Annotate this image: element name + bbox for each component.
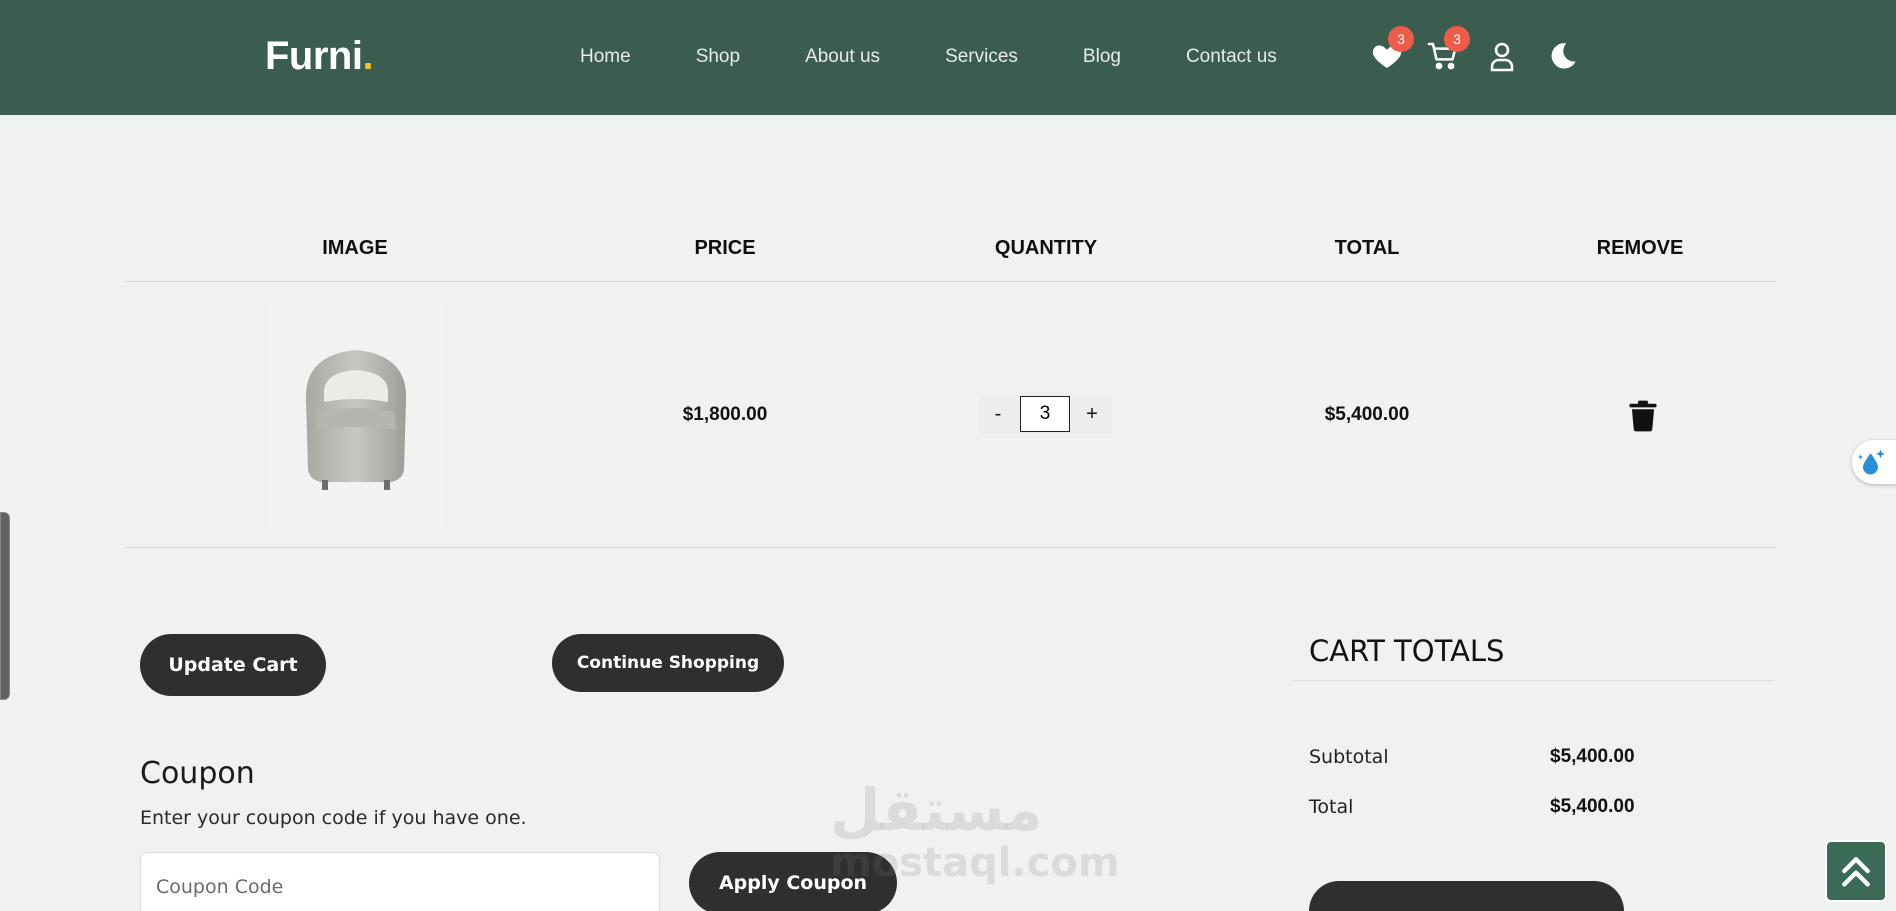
logo[interactable]: Furni. [265,34,374,79]
water-drop-icon [1858,449,1885,475]
accessibility-widget[interactable] [1852,440,1896,484]
update-cart-button[interactable]: Update Cart [140,634,326,696]
account-button[interactable] [1483,36,1521,76]
total-value: $5,400.00 [1550,796,1635,817]
row-price: $1,800.00 [682,404,768,425]
trash-icon[interactable] [1628,400,1658,432]
moon-icon [1551,43,1576,69]
scroll-to-top-button[interactable] [1825,840,1887,902]
column-header-price: PRICE [694,237,756,259]
cart-count-badge: 3 [1444,26,1470,52]
continue-shopping-button[interactable]: Continue Shopping [552,634,784,692]
armchair-image [305,350,407,490]
nav-services[interactable]: Services [945,46,1018,68]
wishlist-count-badge: 3 [1388,26,1414,52]
column-header-quantity: QUANTITY [994,237,1098,259]
column-header-total: TOTAL [1334,237,1400,259]
cart-table: IMAGE PRICE QUANTITY TOTAL REMOVE $1,800… [126,222,1776,548]
user-icon [1490,42,1514,72]
nav-shop[interactable]: Shop [696,46,740,68]
product-image[interactable] [268,302,444,528]
watermark-arabic: مستقل [830,776,1043,844]
watermark-latin: mostaql.com [830,840,1120,886]
total-label: Total [1309,796,1354,818]
column-header-remove: REMOVE [1596,237,1684,259]
logo-text: Furni [265,34,363,78]
double-chevron-up-icon [1842,857,1870,887]
site-header: Furni. Home Shop About us Services Blog … [0,0,1896,115]
header-icons: 3 3 [1368,26,1588,80]
coupon-description: Enter your coupon code if you have one. [140,807,527,829]
quantity-input[interactable] [1020,396,1070,432]
subtotal-label: Subtotal [1309,746,1389,768]
theme-toggle-button[interactable] [1544,36,1582,76]
watermark: مستقل mostaql.com [830,780,1120,886]
subtotal-value: $5,400.00 [1550,746,1635,767]
nav-about[interactable]: About us [805,46,880,68]
quantity-stepper: - + [978,394,1112,434]
nav-blog[interactable]: Blog [1083,46,1121,68]
wishlist-button[interactable]: 3 [1368,26,1414,76]
table-row: $1,800.00 - + $5,400.00 [126,282,1776,548]
checkout-button[interactable] [1309,881,1624,911]
cart-button[interactable]: 3 [1424,26,1470,76]
totals-divider [1293,680,1775,681]
table-header: IMAGE PRICE QUANTITY TOTAL REMOVE [126,222,1776,282]
column-header-image: IMAGE [322,237,388,259]
coupon-title: Coupon [140,756,255,791]
quantity-increase-button[interactable]: + [1076,396,1108,432]
logo-dot: . [362,34,374,78]
nav-home[interactable]: Home [580,46,631,68]
quantity-decrease-button[interactable]: - [982,396,1014,432]
side-drawer-handle[interactable] [0,512,10,700]
main-nav: Home Shop About us Services Blog Contact… [580,46,1342,68]
coupon-code-input[interactable] [140,852,660,911]
row-total: $5,400.00 [1324,404,1410,425]
cart-totals-title: CART TOTALS [1309,634,1505,668]
nav-contact[interactable]: Contact us [1186,46,1277,68]
